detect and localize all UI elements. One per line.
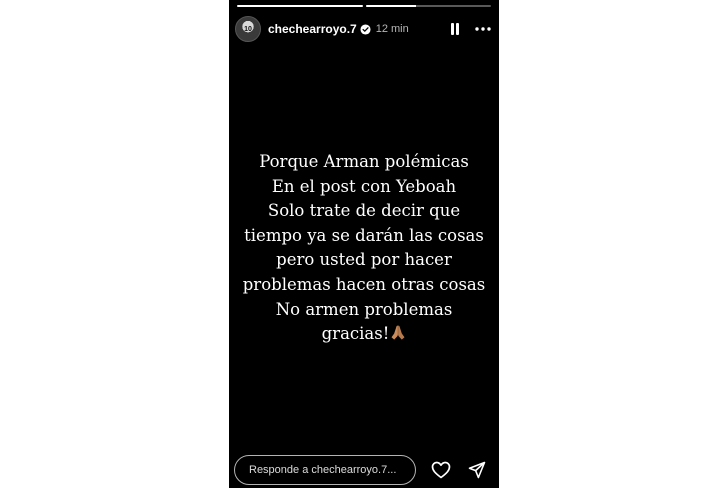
pause-button[interactable] [445, 19, 465, 39]
progress-segment [237, 5, 363, 7]
progress-segment [365, 5, 491, 7]
reply-input[interactable] [234, 455, 416, 485]
story-line: pero usted por hacer [276, 250, 452, 270]
story-footer [234, 455, 494, 485]
story-header: 10 chechearroyo.7 12 min [235, 15, 493, 43]
share-button[interactable] [466, 459, 488, 481]
heart-icon [431, 461, 451, 479]
progress-fill [237, 5, 363, 7]
story-viewer: 10 chechearroyo.7 12 min Porque Arman po… [229, 0, 499, 488]
progress-fill [365, 5, 416, 7]
more-options-button[interactable] [473, 19, 493, 39]
story-line: Solo trate de decir que [267, 201, 461, 221]
story-progress [237, 5, 491, 7]
verified-badge-icon [360, 23, 371, 35]
pause-icon [451, 23, 459, 35]
story-line: Porque Arman polémicas [259, 152, 469, 171]
story-line: No armen problemas [275, 299, 453, 319]
more-options-icon [475, 27, 491, 31]
story-text: Porque Arman polémicas En el post con Ye… [229, 150, 499, 347]
story-line: gracias! [321, 324, 390, 344]
avatar[interactable]: 10 [235, 16, 261, 42]
praying-hands-icon [391, 325, 405, 340]
username[interactable]: chechearroyo.7 [268, 22, 357, 36]
story-line-last: gracias! [229, 322, 499, 347]
story-line: En el post con Yeboah [271, 176, 457, 196]
send-icon [468, 461, 486, 479]
story-line: tiempo ya se darán las cosas [244, 225, 484, 245]
avatar-jersey-number: 10 [244, 26, 252, 33]
post-time: 12 min [375, 23, 409, 35]
story-line: problemas hacen otras cosas [242, 274, 486, 294]
like-button[interactable] [430, 459, 452, 481]
